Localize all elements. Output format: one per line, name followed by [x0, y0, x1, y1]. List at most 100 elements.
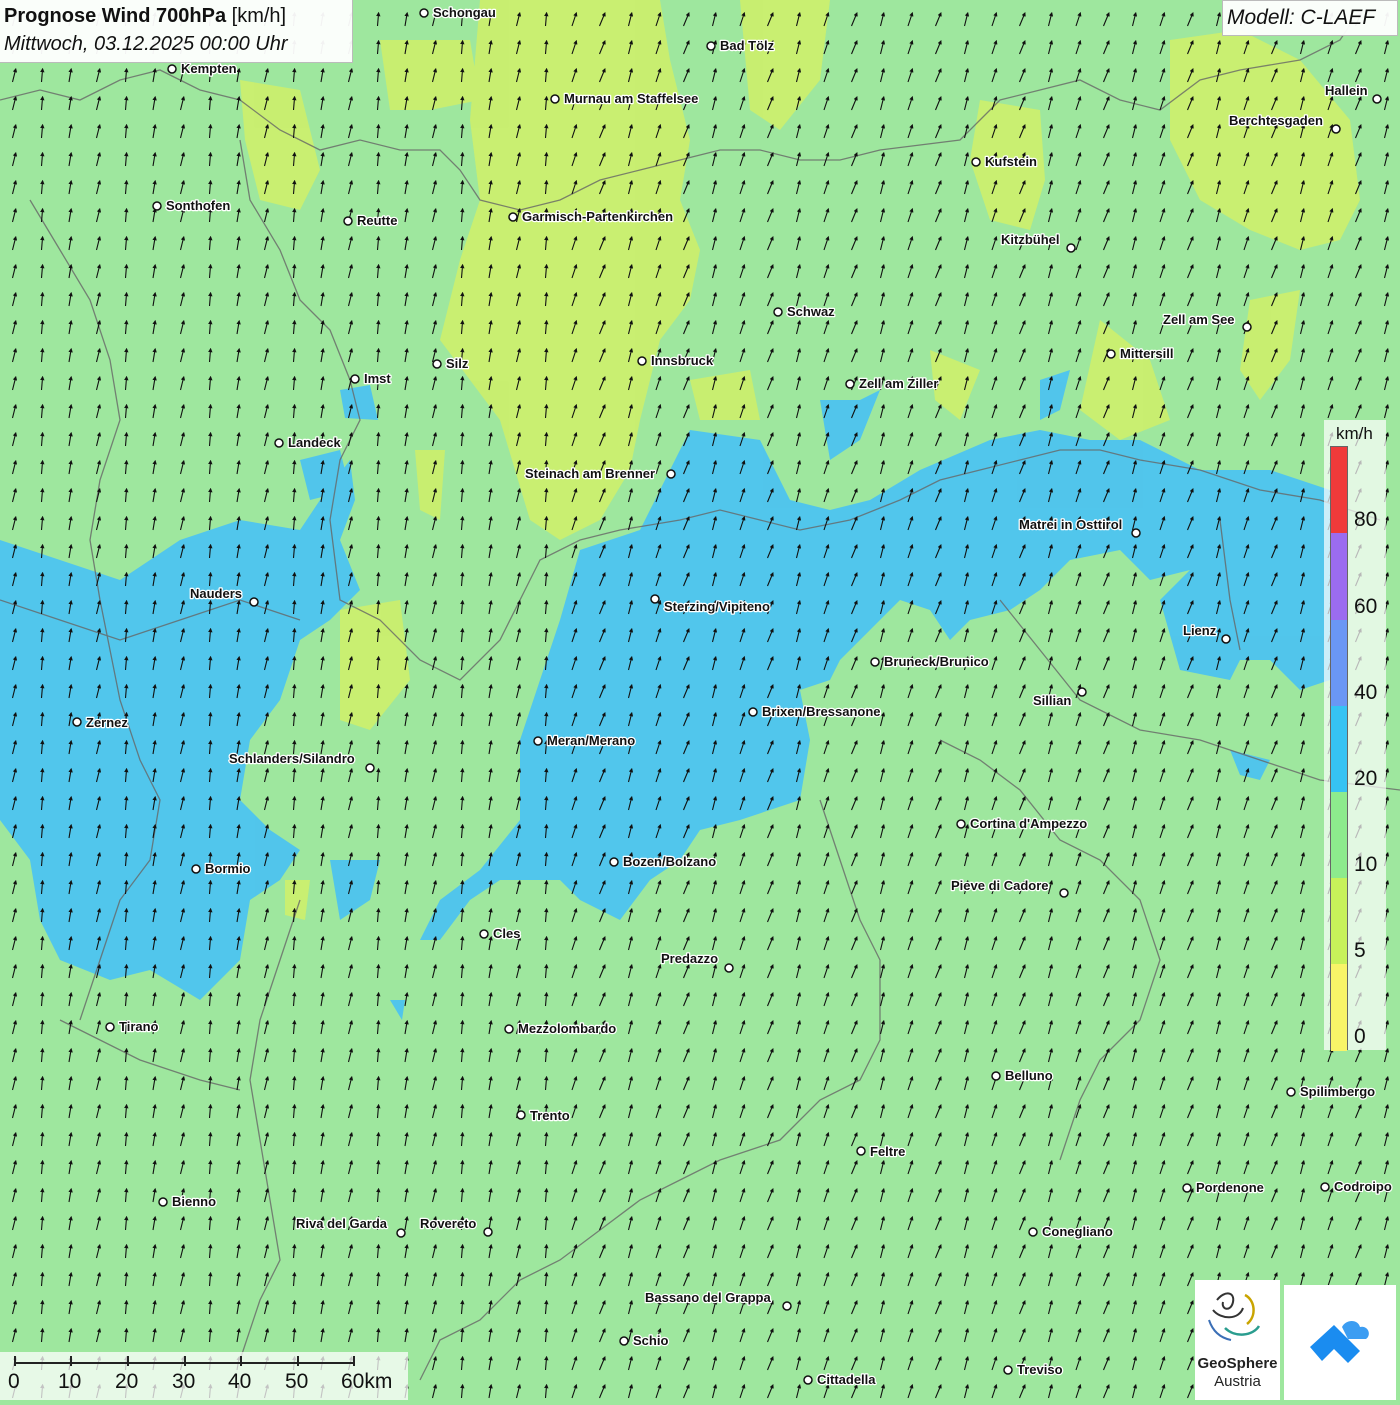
map-title: Prognose Wind 700hPa [km/h]: [4, 5, 286, 28]
svg-text:Zernez: Zernez: [86, 715, 128, 730]
svg-text:Garmisch-Partenkirchen: Garmisch-Partenkirchen: [522, 209, 673, 224]
svg-text:Meran/Merano: Meran/Merano: [547, 733, 635, 748]
svg-text:Kufstein: Kufstein: [985, 154, 1037, 169]
svg-text:Trento: Trento: [530, 1108, 570, 1123]
legend-unit: km/h: [1336, 424, 1373, 443]
svg-text:Codroipo: Codroipo: [1334, 1179, 1392, 1194]
legend-tick-5: 5: [1354, 939, 1366, 962]
scale-label: 20: [115, 1370, 139, 1393]
scale-tick: [127, 1356, 129, 1366]
legend-bar: [1330, 446, 1348, 1051]
svg-text:Imst: Imst: [364, 371, 391, 386]
svg-text:Conegliano: Conegliano: [1042, 1224, 1113, 1239]
svg-text:Schwaz: Schwaz: [787, 304, 835, 319]
svg-text:Murnau am Staffelsee: Murnau am Staffelsee: [564, 91, 698, 106]
forecast-datetime: Mittwoch, 03.12.2025 00:00 Uhr: [4, 33, 288, 55]
svg-text:Mezzolombardo: Mezzolombardo: [518, 1021, 616, 1036]
svg-text:Predazzo: Predazzo: [661, 951, 718, 966]
city-bruneck: Bruneck/Brunico: [870, 653, 990, 670]
city-mezzolombardo: Mezzolombardo: [504, 1020, 618, 1037]
svg-text:Pieve di Cadore: Pieve di Cadore: [951, 878, 1049, 893]
city-brixen: Brixen/Bressanone: [748, 703, 882, 720]
city-meran: Meran/Merano: [533, 732, 636, 749]
svg-text:Bruneck/Brunico: Bruneck/Brunico: [884, 654, 989, 669]
svg-text:Bozen/Bolzano: Bozen/Bolzano: [623, 854, 716, 869]
svg-text:Bassano del Grappa: Bassano del Grappa: [645, 1290, 771, 1305]
legend-seg-0: [1331, 964, 1347, 1051]
svg-text:Cortina d'Ampezzo: Cortina d'Ampezzo: [970, 816, 1087, 831]
scale-label: 10: [58, 1370, 82, 1393]
svg-text:Nauders: Nauders: [190, 586, 242, 601]
mountain-cloud-icon: [1310, 1321, 1369, 1363]
title-unit: [km/h]: [231, 5, 287, 27]
svg-text:Silz: Silz: [446, 356, 469, 371]
svg-text:Lienz: Lienz: [1183, 623, 1217, 638]
title-bold: Prognose Wind 700hPa: [4, 5, 227, 27]
svg-text:Matrei in Osttirol: Matrei in Osttirol: [1019, 517, 1122, 532]
svg-text:Bienno: Bienno: [172, 1194, 216, 1209]
svg-text:Bormio: Bormio: [205, 861, 251, 876]
legend-tick-40: 40: [1354, 681, 1378, 704]
scale-bar: 0 10 20 30 40 50 60km: [0, 1352, 408, 1400]
svg-text:Cles: Cles: [493, 926, 520, 941]
svg-text:Sillian: Sillian: [1033, 693, 1071, 708]
svg-text:Riva del Garda: Riva del Garda: [296, 1216, 388, 1231]
city-steinach: Steinach am Brenner: [524, 465, 676, 482]
weather-app-logo: [1284, 1285, 1396, 1400]
svg-text:Zell am Ziller: Zell am Ziller: [859, 376, 938, 391]
svg-text:Schongau: Schongau: [433, 5, 496, 20]
svg-text:Treviso: Treviso: [1017, 1362, 1063, 1377]
svg-text:Landeck: Landeck: [288, 435, 342, 450]
model-name: Modell: C-LAEF: [1227, 6, 1376, 29]
geosphere-text: GeoSphere: [1197, 1355, 1278, 1372]
svg-text:Spilimbergo: Spilimbergo: [1300, 1084, 1375, 1099]
city-murnau: Murnau am Staffelsee: [550, 90, 700, 107]
scale-tick: [240, 1356, 242, 1366]
legend-tick-0: 0: [1354, 1025, 1366, 1048]
legend-tick-60: 60: [1354, 595, 1378, 618]
city-conegliano: Conegliano: [1028, 1223, 1114, 1240]
scale-label: 0: [8, 1370, 20, 1393]
svg-text:Rovereto: Rovereto: [420, 1216, 476, 1231]
city-spilimbergo: Spilimbergo: [1286, 1083, 1376, 1100]
legend-tick-20: 20: [1354, 767, 1378, 790]
svg-text:Schio: Schio: [633, 1333, 668, 1348]
color-legend: km/h 80 60 40 20 10 5 0: [1324, 420, 1386, 1051]
svg-text:Belluno: Belluno: [1005, 1068, 1053, 1083]
svg-text:Berchtesgaden: Berchtesgaden: [1229, 113, 1323, 128]
scale-tick: [297, 1356, 299, 1366]
legend-seg-40: [1331, 620, 1347, 706]
svg-text:Mittersill: Mittersill: [1120, 346, 1173, 361]
legend-seg-60: [1331, 533, 1347, 620]
legend-seg-20: [1331, 706, 1347, 792]
svg-text:Cittadella: Cittadella: [817, 1372, 876, 1387]
city-pordenone: Pordenone: [1182, 1179, 1265, 1196]
svg-text:Brixen/Bressanone: Brixen/Bressanone: [762, 704, 881, 719]
scale-tick: [14, 1356, 16, 1366]
city-garmisch: Garmisch-Partenkirchen: [508, 208, 674, 225]
geosphere-emblem-icon: [1208, 1292, 1261, 1341]
svg-text:Innsbruck: Innsbruck: [651, 353, 714, 368]
legend-seg-5: [1331, 878, 1347, 964]
scale-label: 50: [285, 1370, 309, 1393]
scale-tick: [70, 1356, 72, 1366]
austria-text: Austria: [1214, 1373, 1261, 1390]
svg-text:Bad Tölz: Bad Tölz: [720, 38, 775, 53]
scale-tick: [184, 1356, 186, 1366]
title-box: Prognose Wind 700hPa [km/h] Mittwoch, 03…: [0, 0, 353, 63]
svg-text:Zell am See: Zell am See: [1163, 312, 1235, 327]
legend-seg-80: [1331, 447, 1347, 533]
scale-label: 30: [172, 1370, 196, 1393]
svg-text:Steinach am Brenner: Steinach am Brenner: [525, 466, 655, 481]
svg-text:Schlanders/Silandro: Schlanders/Silandro: [229, 751, 355, 766]
svg-text:Sonthofen: Sonthofen: [166, 198, 230, 213]
city-cortina: Cortina d'Ampezzo: [956, 815, 1089, 832]
model-box: Modell: C-LAEF: [1222, 0, 1398, 36]
scale-label: 60km: [341, 1370, 393, 1393]
legend-seg-10: [1331, 792, 1347, 878]
scale-label: 40: [228, 1370, 252, 1393]
svg-text:Kempten: Kempten: [181, 61, 237, 76]
svg-text:Reutte: Reutte: [357, 213, 397, 228]
scale-tick: [353, 1356, 355, 1366]
svg-text:Kitzbühel: Kitzbühel: [1001, 232, 1060, 247]
